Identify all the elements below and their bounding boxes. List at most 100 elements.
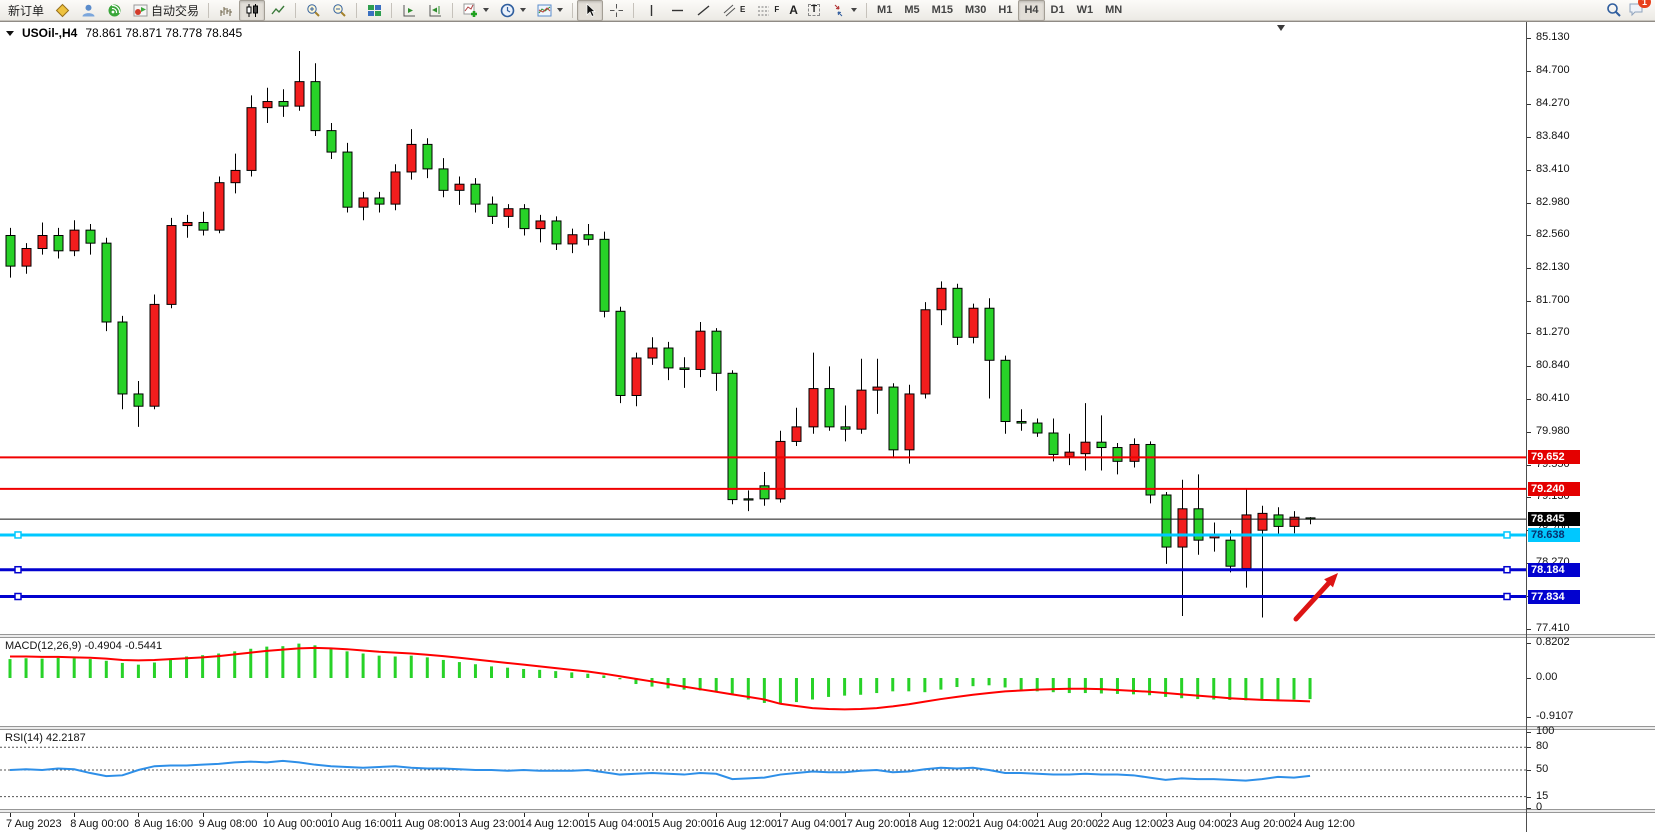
- bars-chart-button[interactable]: [213, 0, 239, 21]
- time-label: 17 Aug 04:00: [776, 818, 841, 830]
- trendline-button[interactable]: [690, 0, 716, 21]
- macd-pane[interactable]: [0, 638, 1526, 726]
- chart-shift-marker[interactable]: [1277, 25, 1285, 31]
- auto-trading-button[interactable]: 自动交易: [127, 0, 204, 21]
- price-tick-dash: [1527, 170, 1531, 171]
- price-line-badge: 78.638: [1528, 528, 1580, 542]
- periods-dropdown-caret[interactable]: [520, 8, 526, 12]
- rsi-scale-label: 50: [1536, 763, 1548, 775]
- tile-windows-button[interactable]: [361, 0, 387, 21]
- auto-trading-icon: [132, 2, 148, 18]
- periods-clock-button[interactable]: [494, 0, 531, 21]
- crosshair-button[interactable]: [603, 0, 629, 21]
- line-chart-button[interactable]: [265, 0, 291, 21]
- time-tick: [1294, 813, 1295, 817]
- pane-separator[interactable]: [0, 634, 1655, 638]
- rsi-scale-label: 100: [1536, 725, 1554, 737]
- arrows-dropdown-caret[interactable]: [851, 8, 857, 12]
- time-tick: [524, 813, 525, 817]
- period-w1[interactable]: W1: [1071, 0, 1100, 21]
- time-label: 10 Aug 00:00: [263, 818, 328, 830]
- rsi-scale-label: 0: [1536, 801, 1542, 813]
- time-tick: [845, 813, 846, 817]
- time-tick: [973, 813, 974, 817]
- price-tick-dash: [1527, 366, 1531, 367]
- chart-menu-icon[interactable]: [6, 31, 14, 36]
- crosshair-icon: [608, 2, 624, 18]
- time-tick: [652, 813, 653, 817]
- vertical-line-icon: [643, 2, 659, 18]
- pane-separator[interactable]: [0, 726, 1655, 730]
- indicators-dropdown-caret[interactable]: [483, 8, 489, 12]
- price-tick-label: 85.130: [1536, 31, 1570, 43]
- time-tick: [716, 813, 717, 817]
- period-m1[interactable]: M1: [871, 0, 898, 21]
- toolbar-separator: [866, 3, 867, 18]
- signals-button[interactable]: [101, 0, 127, 21]
- period-d1[interactable]: D1: [1045, 0, 1071, 21]
- chart-shift-button[interactable]: [422, 0, 448, 21]
- arrows-button[interactable]: [825, 0, 862, 21]
- zoom-in-button[interactable]: [300, 0, 326, 21]
- price-tick-dash: [1527, 465, 1531, 466]
- time-label: 7 Aug 2023: [6, 818, 62, 830]
- time-tick: [331, 813, 332, 817]
- new-order-label: 新订单: [8, 2, 44, 19]
- auto-scroll-button[interactable]: [396, 0, 422, 21]
- candlestick-button[interactable]: [239, 0, 265, 21]
- signals-icon: [106, 2, 122, 18]
- search-icon[interactable]: [1606, 2, 1622, 18]
- pane-separator[interactable]: [0, 809, 1655, 813]
- channel-letter: E: [740, 6, 745, 14]
- period-mn[interactable]: MN: [1099, 0, 1128, 21]
- price-tick-label: 80.840: [1536, 359, 1570, 371]
- periods-clock-icon: [499, 2, 515, 18]
- time-label: 11 Aug 08:00: [391, 818, 455, 830]
- period-m15[interactable]: M15: [926, 0, 959, 21]
- market-button[interactable]: [49, 0, 75, 21]
- zoom-out-button[interactable]: [326, 0, 352, 21]
- time-label: 8 Aug 00:00: [70, 818, 129, 830]
- price-tick-label: 84.270: [1536, 97, 1570, 109]
- templates-button[interactable]: [531, 0, 568, 21]
- main-price-chart[interactable]: [0, 22, 1526, 634]
- price-axis[interactable]: 85.13084.70084.27083.84083.41082.98082.5…: [1526, 22, 1655, 832]
- price-line-badge: 79.652: [1528, 450, 1580, 464]
- horizontal-line-button[interactable]: [664, 0, 690, 21]
- period-h4[interactable]: H4: [1018, 0, 1044, 21]
- rsi-scale-dash: [1527, 732, 1531, 733]
- chat-button[interactable]: 1: [1628, 1, 1644, 20]
- cursor-button[interactable]: [577, 0, 603, 21]
- chart-ohlc-readout: 78.861 78.871 78.778 78.845: [85, 26, 242, 40]
- price-line-badge: 78.845: [1528, 512, 1580, 526]
- vertical-line-button[interactable]: [638, 0, 664, 21]
- profile-button[interactable]: [75, 0, 101, 21]
- text-button[interactable]: A: [784, 0, 803, 21]
- equidistant-channel-button[interactable]: E: [716, 0, 750, 21]
- time-tick: [588, 813, 589, 817]
- toolbar-right-tools: 1: [1606, 1, 1652, 20]
- rsi-pane[interactable]: [0, 730, 1526, 809]
- indicators-button[interactable]: [457, 0, 494, 21]
- top-toolbar: 新订单 自动交易: [0, 0, 1655, 21]
- price-tick-dash: [1527, 629, 1531, 630]
- fibonacci-button[interactable]: F: [750, 0, 784, 21]
- time-label: 13 Aug 23:00: [455, 818, 520, 830]
- time-label: 10 Aug 16:00: [327, 818, 392, 830]
- chart-shift-icon: [427, 2, 443, 18]
- templates-dropdown-caret[interactable]: [557, 8, 563, 12]
- price-tick-dash: [1527, 268, 1531, 269]
- time-label: 15 Aug 20:00: [648, 818, 713, 830]
- period-m5[interactable]: M5: [898, 0, 925, 21]
- new-order-button[interactable]: 新订单: [3, 0, 49, 21]
- rsi-label: RSI(14) 42.2187: [5, 732, 86, 744]
- time-label: 14 Aug 12:00: [520, 818, 585, 830]
- price-tick-label: 81.700: [1536, 294, 1570, 306]
- time-axis[interactable]: 7 Aug 20238 Aug 00:008 Aug 16:009 Aug 08…: [0, 813, 1526, 832]
- toolbar-separator: [633, 3, 634, 18]
- period-h1[interactable]: H1: [992, 0, 1018, 21]
- macd-scale-label: 0.8202: [1536, 636, 1570, 648]
- text-label-button[interactable]: T: [803, 0, 825, 21]
- time-label: 24 Aug 12:00: [1290, 818, 1355, 830]
- period-m30[interactable]: M30: [959, 0, 992, 21]
